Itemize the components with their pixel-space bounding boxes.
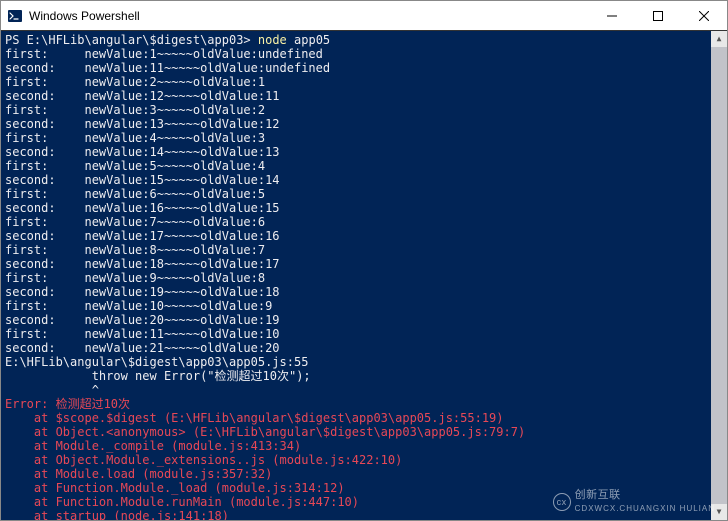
close-button[interactable] [681,1,727,30]
output-line: first: newValue:8~~~~~oldValue:7 [5,243,723,257]
output-line: first: newValue:2~~~~~oldValue:1 [5,75,723,89]
command-name: node [258,33,287,47]
stack-line: at Module._compile (module.js:413:34) [5,439,723,453]
stack-line: at Object.<anonymous> (E:\HFLib\angular\… [5,425,723,439]
scroll-up-button[interactable]: ▲ [711,31,727,47]
output-line: second: newValue:13~~~~~oldValue:12 [5,117,723,131]
scroll-thumb[interactable] [711,47,727,504]
output-line: first: newValue:4~~~~~oldValue:3 [5,131,723,145]
output-line: second: newValue:19~~~~~oldValue:18 [5,285,723,299]
minimize-button[interactable] [589,1,635,30]
output-line: first: newValue:10~~~~~oldValue:9 [5,299,723,313]
maximize-button[interactable] [635,1,681,30]
stack-line: at Function.Module._load (module.js:314:… [5,481,723,495]
command-arg: app05 [294,33,330,47]
throw-file: E:\HFLib\angular\$digest\app03\app05.js:… [5,355,723,369]
window-title: Windows Powershell [29,9,589,23]
output-line: first: newValue:9~~~~~oldValue:8 [5,271,723,285]
output-line: second: newValue:18~~~~~oldValue:17 [5,257,723,271]
window-titlebar: Windows Powershell [1,1,727,31]
output-line: second: newValue:15~~~~~oldValue:14 [5,173,723,187]
output-line: second: newValue:11~~~~~oldValue:undefin… [5,61,723,75]
output-line: second: newValue:12~~~~~oldValue:11 [5,89,723,103]
scroll-down-button[interactable]: ▼ [711,504,727,520]
output-line: first: newValue:7~~~~~oldValue:6 [5,215,723,229]
stack-line: at Object.Module._extensions..js (module… [5,453,723,467]
stack-line: at Function.Module.runMain (module.js:44… [5,495,723,509]
output-line: second: newValue:20~~~~~oldValue:19 [5,313,723,327]
window-controls [589,1,727,30]
throw-caret: ^ [5,383,723,397]
prompt-path: PS E:\HFLib\angular\$digest\app03> [5,33,251,47]
error-heading: Error: 检测超过10次 [5,397,723,411]
output-line: first: newValue:3~~~~~oldValue:2 [5,103,723,117]
powershell-icon [7,8,23,24]
output-line: second: newValue:16~~~~~oldValue:15 [5,201,723,215]
output-line: first: newValue:11~~~~~oldValue:10 [5,327,723,341]
stack-line: at startup (node.js:141:18) [5,509,723,520]
output-line: second: newValue:21~~~~~oldValue:20 [5,341,723,355]
output-line: first: newValue:6~~~~~oldValue:5 [5,187,723,201]
terminal-body[interactable]: PS E:\HFLib\angular\$digest\app03> node … [1,31,727,520]
stack-line: at $scope.$digest (E:\HFLib\angular\$dig… [5,411,723,425]
prompt-line: PS E:\HFLib\angular\$digest\app03> node … [5,33,723,47]
throw-statement: throw new Error("检测超过10次"); [5,369,723,383]
scrollbar[interactable]: ▲ ▼ [711,31,727,520]
output-line: second: newValue:14~~~~~oldValue:13 [5,145,723,159]
stack-line: at Module.load (module.js:357:32) [5,467,723,481]
output-line: first: newValue:5~~~~~oldValue:4 [5,159,723,173]
output-line: second: newValue:17~~~~~oldValue:16 [5,229,723,243]
output-line: first: newValue:1~~~~~oldValue:undefined [5,47,723,61]
